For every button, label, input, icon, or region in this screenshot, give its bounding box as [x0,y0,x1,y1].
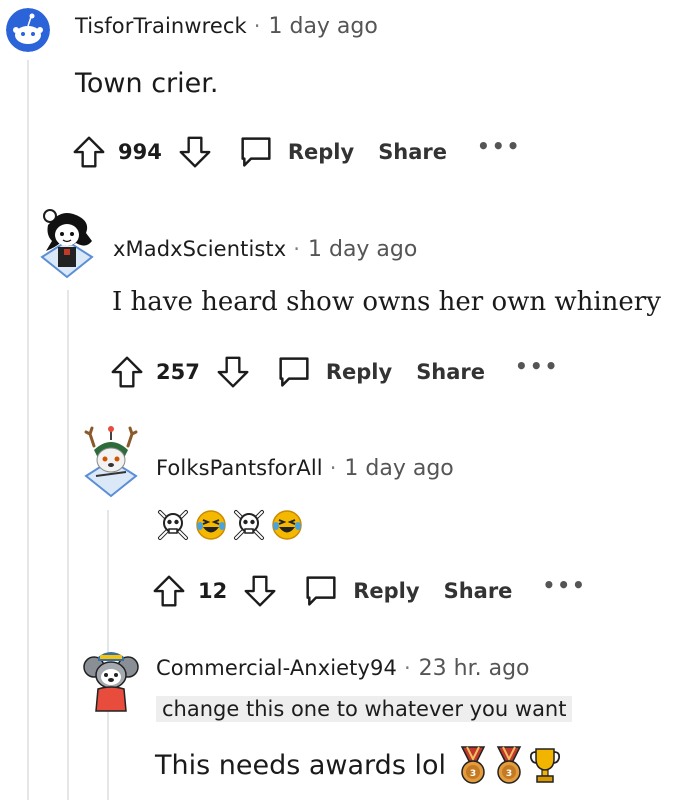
comment-body: This needs awards lol [155,749,446,781]
comment-meta: TisforTrainwreck · 1 day ago [75,14,378,39]
comment-actions: 257 Reply Share ••• [108,352,559,392]
laughing-face-icon [196,510,226,540]
username[interactable]: FolksPantsforAll [156,456,323,480]
thread-line [27,60,29,800]
comment-meta: Commercial-Anxiety94 · 23 hr. ago [156,656,530,681]
upvote-icon[interactable] [70,133,108,171]
more-options-button[interactable]: ••• [515,354,559,378]
snoo-avatar-icon [6,8,50,52]
thread-line [67,290,69,800]
separator: · [293,237,300,261]
upvote-icon[interactable] [108,353,146,391]
downvote-icon[interactable] [214,353,252,391]
share-button[interactable]: Share [416,360,485,384]
avatar[interactable] [36,205,98,279]
upvote-icon[interactable] [150,572,188,610]
separator: · [253,14,261,38]
reply-bubble-icon[interactable] [236,132,276,172]
skull-crossbones-icon [234,510,264,540]
timestamp[interactable]: 23 hr. ago [419,656,530,681]
comment-body-row: This needs awards lol 3 3 [155,745,562,785]
vote-count: 994 [118,140,162,164]
more-options-button[interactable]: ••• [542,573,586,597]
avatar[interactable] [80,424,142,498]
vote-count: 12 [198,579,228,603]
bronze-medal-icon: 3 [460,746,486,784]
downvote-icon[interactable] [176,133,214,171]
skull-crossbones-icon [158,510,188,540]
comment-body-emojis [156,508,304,542]
user-flair: change this one to whatever you want [156,696,573,722]
username[interactable]: xMadxScientistx [113,237,286,261]
comment-actions: 994 Reply Share ••• [70,132,521,172]
avatar[interactable] [80,645,142,719]
share-button[interactable]: Share [444,579,513,603]
comment-meta: xMadxScientistx · 1 day ago [113,237,417,262]
reply-bubble-icon[interactable] [274,352,314,392]
scientist-avatar-icon [40,209,94,279]
comment-body: Town crier. [75,68,219,99]
award-icons: 3 3 [456,745,562,785]
username[interactable]: Commercial-Anxiety94 [156,656,397,680]
gold-trophy-icon [529,748,561,783]
reply-button[interactable]: Reply [326,360,392,384]
comment-actions: 12 Reply Share ••• [150,571,587,611]
laughing-face-icon [272,510,302,540]
koala-avatar-icon [83,652,139,712]
reply-bubble-icon[interactable] [301,571,341,611]
share-button[interactable]: Share [378,140,447,164]
timestamp[interactable]: 1 day ago [344,456,453,481]
downvote-icon[interactable] [241,572,279,610]
reply-button[interactable]: Reply [353,579,419,603]
separator: · [403,656,411,680]
more-options-button[interactable]: ••• [477,134,521,158]
timestamp[interactable]: 1 day ago [268,14,377,39]
bronze-medal-icon: 3 [496,746,522,784]
comment-body: I have heard show owns her own whinery [112,287,661,317]
svg-text:3: 3 [506,769,512,779]
avatar[interactable] [6,8,50,52]
comment-meta: FolksPantsforAll · 1 day ago [156,456,454,481]
reply-button[interactable]: Reply [288,140,354,164]
timestamp[interactable]: 1 day ago [308,237,417,262]
svg-text:3: 3 [470,769,476,779]
vote-count: 257 [156,360,200,384]
username[interactable]: TisforTrainwreck [75,14,247,38]
reindeer-avatar-icon [84,426,138,498]
separator: · [329,456,337,480]
